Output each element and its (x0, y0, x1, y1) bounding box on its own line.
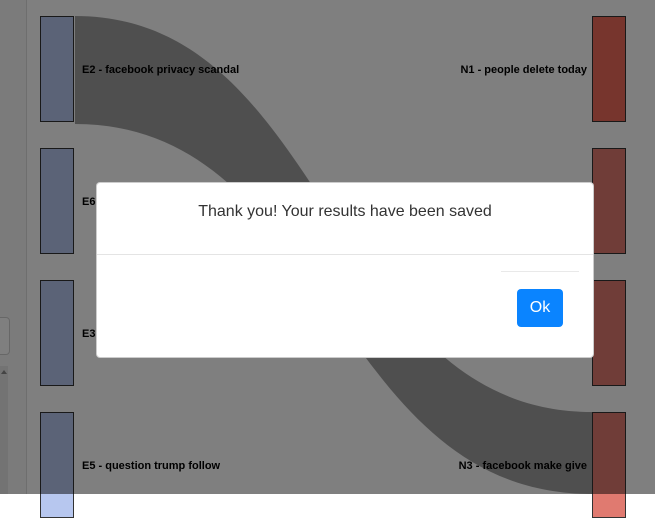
modal-message: Thank you! Your results have been saved (198, 203, 492, 220)
modal-header: Thank you! Your results have been saved (97, 183, 593, 255)
confirmation-modal: Thank you! Your results have been saved … (96, 182, 594, 358)
ok-button[interactable]: Ok (517, 289, 563, 327)
modal-divider (501, 271, 579, 272)
